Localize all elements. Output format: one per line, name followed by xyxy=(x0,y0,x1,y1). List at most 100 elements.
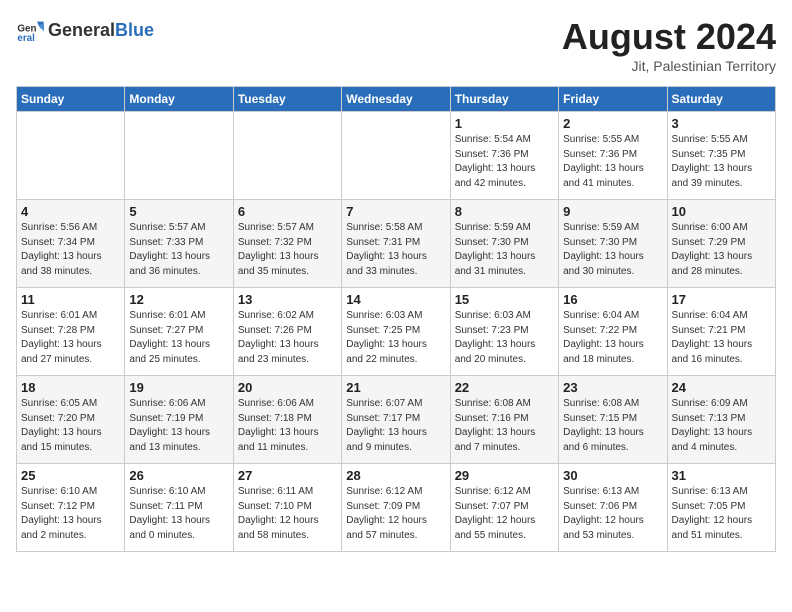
calendar-cell: 15Sunrise: 6:03 AM Sunset: 7:23 PM Dayli… xyxy=(450,288,558,376)
calendar-cell: 23 Sunrise: 6:08 AM Sunset: 7:15 PM Dayli… xyxy=(559,376,667,464)
location: Jit, Palestinian Territory xyxy=(562,58,776,74)
day-info: Sunrise: 6:04 AM Sunset: 7:21 PM Dayligh… xyxy=(672,309,771,367)
calendar-cell: 13 Sunrise: 6:02 AM Sunset: 7:26 PM Dayli… xyxy=(233,288,341,376)
day-number: 22 xyxy=(455,380,554,395)
calendar-cell xyxy=(125,112,233,200)
title-block: August 2024 Jit, Palestinian Territory xyxy=(562,16,776,74)
day-info: Sunrise: 6:13 AM Sunset: 7:06 PM Dayligh… xyxy=(563,485,662,543)
day-number: 12 xyxy=(129,292,228,307)
day-number: 30 xyxy=(563,468,662,483)
calendar-header: SundayMondayTuesdayWednesdayThursdayFrid… xyxy=(17,87,776,112)
calendar-week-row: 4Sunrise: 5:56 AM Sunset: 7:34 PM Daylig… xyxy=(17,200,776,288)
calendar-cell: 2Sunrise: 5:55 AM Sunset: 7:36 PM Daylig… xyxy=(559,112,667,200)
day-info: Sunrise: 6:10 AM Sunset: 7:11 PM Dayligh… xyxy=(129,485,228,543)
calendar-cell: 11 Sunrise: 6:01 AM Sunset: 7:28 PM Dayli… xyxy=(17,288,125,376)
day-number: 18 xyxy=(21,380,120,395)
day-info: Sunrise: 6:06 AM Sunset: 7:19 PM Dayligh… xyxy=(129,397,228,455)
day-info: Sunrise: 6:00 AM Sunset: 7:29 PM Dayligh… xyxy=(672,221,771,279)
day-number: 6 xyxy=(238,204,337,219)
day-info: Sunrise: 6:08 AM Sunset: 7:16 PM Dayligh… xyxy=(455,397,554,455)
calendar-cell: 8Sunrise: 5:59 AM Sunset: 7:30 PM Daylig… xyxy=(450,200,558,288)
day-number: 21 xyxy=(346,380,445,395)
day-info: Sunrise: 5:54 AM Sunset: 7:36 PM Dayligh… xyxy=(455,133,554,191)
day-info: Sunrise: 5:58 AM Sunset: 7:31 PM Dayligh… xyxy=(346,221,445,279)
month-year: August 2024 xyxy=(562,16,776,58)
day-number: 19 xyxy=(129,380,228,395)
day-number: 9 xyxy=(563,204,662,219)
calendar-week-row: 11 Sunrise: 6:01 AM Sunset: 7:28 PM Dayli… xyxy=(17,288,776,376)
calendar-cell: 6 Sunrise: 5:57 AM Sunset: 7:32 PM Daylig… xyxy=(233,200,341,288)
calendar-cell: 7Sunrise: 5:58 AM Sunset: 7:31 PM Daylig… xyxy=(342,200,450,288)
calendar-cell: 1 Sunrise: 5:54 AM Sunset: 7:36 PM Daylig… xyxy=(450,112,558,200)
day-number: 23 xyxy=(563,380,662,395)
day-info: Sunrise: 6:08 AM Sunset: 7:15 PM Dayligh… xyxy=(563,397,662,455)
day-info: Sunrise: 6:07 AM Sunset: 7:17 PM Dayligh… xyxy=(346,397,445,455)
day-number: 27 xyxy=(238,468,337,483)
calendar-cell: 10 Sunrise: 6:00 AM Sunset: 7:29 PM Dayli… xyxy=(667,200,775,288)
calendar-week-row: 25 Sunrise: 6:10 AM Sunset: 7:12 PM Dayli… xyxy=(17,464,776,552)
day-info: Sunrise: 6:05 AM Sunset: 7:20 PM Dayligh… xyxy=(21,397,120,455)
day-info: Sunrise: 6:12 AM Sunset: 7:07 PM Dayligh… xyxy=(455,485,554,543)
calendar-cell: 31 Sunrise: 6:13 AM Sunset: 7:05 PM Dayli… xyxy=(667,464,775,552)
day-info: Sunrise: 6:13 AM Sunset: 7:05 PM Dayligh… xyxy=(672,485,771,543)
day-number: 29 xyxy=(455,468,554,483)
day-info: Sunrise: 6:01 AM Sunset: 7:27 PM Dayligh… xyxy=(129,309,228,367)
calendar-cell xyxy=(233,112,341,200)
day-info: Sunrise: 5:59 AM Sunset: 7:30 PM Dayligh… xyxy=(455,221,554,279)
calendar-cell xyxy=(342,112,450,200)
day-number: 1 xyxy=(455,116,554,131)
calendar-cell: 20Sunrise: 6:06 AM Sunset: 7:18 PM Dayli… xyxy=(233,376,341,464)
day-info: Sunrise: 5:57 AM Sunset: 7:33 PM Dayligh… xyxy=(129,221,228,279)
day-info: Sunrise: 6:02 AM Sunset: 7:26 PM Dayligh… xyxy=(238,309,337,367)
day-info: Sunrise: 6:10 AM Sunset: 7:12 PM Dayligh… xyxy=(21,485,120,543)
day-number: 4 xyxy=(21,204,120,219)
day-number: 26 xyxy=(129,468,228,483)
day-info: Sunrise: 6:06 AM Sunset: 7:18 PM Dayligh… xyxy=(238,397,337,455)
calendar-cell: 24 Sunrise: 6:09 AM Sunset: 7:13 PM Dayli… xyxy=(667,376,775,464)
day-info: Sunrise: 6:03 AM Sunset: 7:23 PM Dayligh… xyxy=(455,309,554,367)
weekday-header-tuesday: Tuesday xyxy=(233,87,341,112)
calendar-cell: 19 Sunrise: 6:06 AM Sunset: 7:19 PM Dayli… xyxy=(125,376,233,464)
calendar-cell: 26 Sunrise: 6:10 AM Sunset: 7:11 PM Dayli… xyxy=(125,464,233,552)
logo-icon: Gen eral xyxy=(16,16,44,44)
day-info: Sunrise: 5:59 AM Sunset: 7:30 PM Dayligh… xyxy=(563,221,662,279)
logo-blue-text: Blue xyxy=(115,20,154,40)
calendar-cell xyxy=(17,112,125,200)
calendar-cell: 5 Sunrise: 5:57 AM Sunset: 7:33 PM Daylig… xyxy=(125,200,233,288)
day-info: Sunrise: 5:57 AM Sunset: 7:32 PM Dayligh… xyxy=(238,221,337,279)
calendar-body: 1 Sunrise: 5:54 AM Sunset: 7:36 PM Daylig… xyxy=(17,112,776,552)
day-info: Sunrise: 6:09 AM Sunset: 7:13 PM Dayligh… xyxy=(672,397,771,455)
day-number: 13 xyxy=(238,292,337,307)
calendar-cell: 4Sunrise: 5:56 AM Sunset: 7:34 PM Daylig… xyxy=(17,200,125,288)
day-info: Sunrise: 6:04 AM Sunset: 7:22 PM Dayligh… xyxy=(563,309,662,367)
day-number: 2 xyxy=(563,116,662,131)
calendar-cell: 25 Sunrise: 6:10 AM Sunset: 7:12 PM Dayli… xyxy=(17,464,125,552)
day-number: 25 xyxy=(21,468,120,483)
calendar-cell: 12 Sunrise: 6:01 AM Sunset: 7:27 PM Dayli… xyxy=(125,288,233,376)
calendar-week-row: 1 Sunrise: 5:54 AM Sunset: 7:36 PM Daylig… xyxy=(17,112,776,200)
logo-general-text: General xyxy=(48,20,115,40)
calendar-cell: 27Sunrise: 6:11 AM Sunset: 7:10 PM Dayli… xyxy=(233,464,341,552)
calendar-cell: 22 Sunrise: 6:08 AM Sunset: 7:16 PM Dayli… xyxy=(450,376,558,464)
svg-text:eral: eral xyxy=(17,33,35,44)
day-number: 24 xyxy=(672,380,771,395)
page-header: Gen eral GeneralBlue August 2024 Jit, Pa… xyxy=(16,16,776,74)
calendar-cell: 30 Sunrise: 6:13 AM Sunset: 7:06 PM Dayli… xyxy=(559,464,667,552)
day-info: Sunrise: 6:01 AM Sunset: 7:28 PM Dayligh… xyxy=(21,309,120,367)
calendar-cell: 21 Sunrise: 6:07 AM Sunset: 7:17 PM Dayli… xyxy=(342,376,450,464)
calendar-cell: 29 Sunrise: 6:12 AM Sunset: 7:07 PM Dayli… xyxy=(450,464,558,552)
day-number: 10 xyxy=(672,204,771,219)
day-number: 11 xyxy=(21,292,120,307)
calendar-cell: 17Sunrise: 6:04 AM Sunset: 7:21 PM Dayli… xyxy=(667,288,775,376)
day-number: 31 xyxy=(672,468,771,483)
day-info: Sunrise: 5:55 AM Sunset: 7:35 PM Dayligh… xyxy=(672,133,771,191)
weekday-header-thursday: Thursday xyxy=(450,87,558,112)
calendar-cell: 14Sunrise: 6:03 AM Sunset: 7:25 PM Dayli… xyxy=(342,288,450,376)
weekday-header-saturday: Saturday xyxy=(667,87,775,112)
calendar-table: SundayMondayTuesdayWednesdayThursdayFrid… xyxy=(16,86,776,552)
calendar-cell: 9 Sunrise: 5:59 AM Sunset: 7:30 PM Daylig… xyxy=(559,200,667,288)
calendar-cell: 16Sunrise: 6:04 AM Sunset: 7:22 PM Dayli… xyxy=(559,288,667,376)
day-number: 3 xyxy=(672,116,771,131)
logo: Gen eral GeneralBlue xyxy=(16,16,154,44)
day-number: 5 xyxy=(129,204,228,219)
